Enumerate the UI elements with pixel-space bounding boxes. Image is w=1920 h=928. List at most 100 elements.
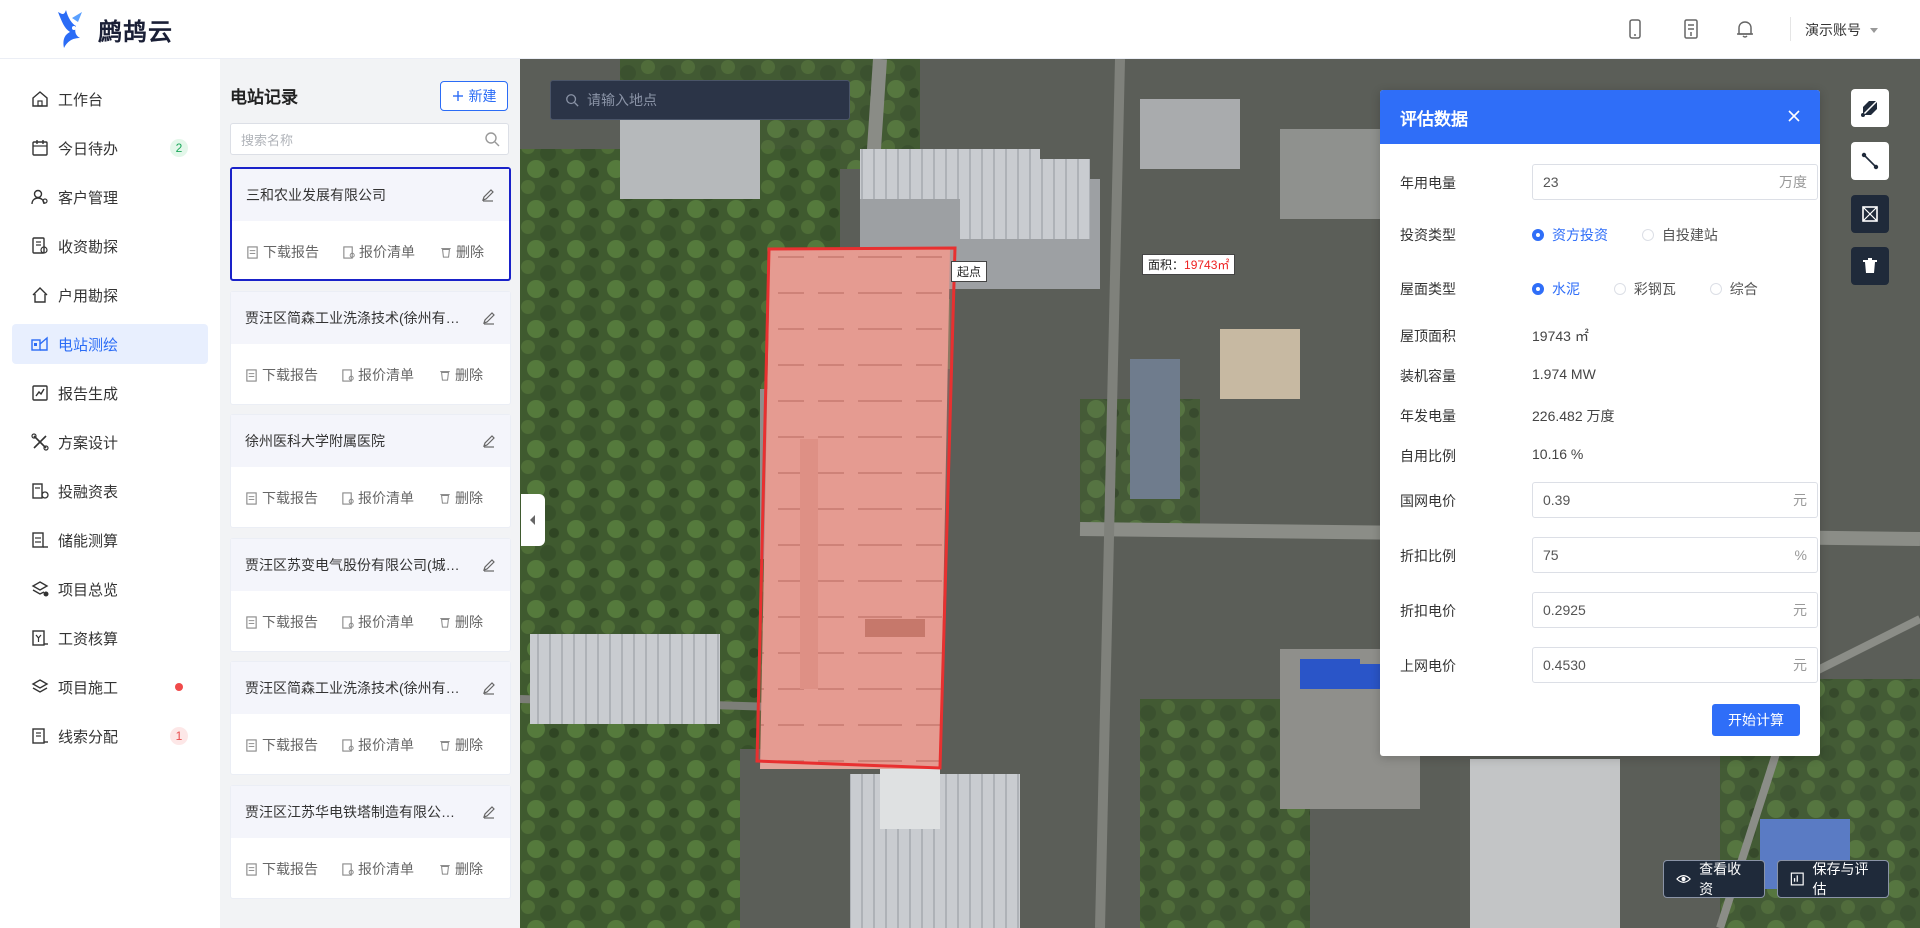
delete-station-button[interactable]: 删除	[439, 735, 483, 755]
edit-icon[interactable]	[481, 188, 495, 202]
evaluation-panel: 评估数据 年用电量 23 万度 投资类型 资方投资 自投建站 屋面类型 水泥 彩…	[1380, 90, 1820, 756]
trash-icon	[440, 494, 450, 504]
radio-label: 水泥	[1552, 281, 1580, 297]
station-card-header[interactable]: 贾汪区苏变电气股份有限公司(城东分公司)	[231, 539, 510, 591]
discount-price-unit: 元	[1793, 602, 1807, 618]
grid-price-input[interactable]: 0.39 元	[1532, 482, 1818, 518]
area-label: 面积：19743㎡	[1142, 254, 1236, 275]
quote-list-button[interactable]: 报价清单	[341, 859, 439, 879]
station-card[interactable]: 贾汪区苏变电气股份有限公司(城东分公司) 下载报告 报价清单 删除	[230, 538, 511, 652]
quote-list-button[interactable]: 报价清单	[341, 735, 439, 755]
layers-icon	[31, 581, 49, 597]
station-card-header[interactable]: 贾汪区江苏华电铁塔制造有限公司贾汪分公司	[231, 786, 510, 838]
edit-icon[interactable]	[482, 681, 496, 695]
edit-icon[interactable]	[482, 558, 496, 572]
quote-list-label: 报价清单	[359, 244, 415, 260]
sidebar-item-report[interactable]: 报告生成	[12, 373, 208, 413]
station-card[interactable]: 贾汪区江苏华电铁塔制造有限公司贾汪分公司下载报告 报价清单 删除	[230, 785, 511, 899]
station-name: 贾汪区江苏华电铁塔制造有限公司贾汪分公司	[245, 804, 460, 820]
account-menu[interactable]: 演示账号	[1805, 20, 1881, 40]
station-card[interactable]: 徐州医科大学附属医院下载报告 报价清单 删除	[230, 414, 511, 528]
sidebar-item-construction[interactable]: 项目施工	[12, 667, 208, 707]
discount-ratio-input[interactable]: 75 %	[1532, 537, 1818, 573]
station-card[interactable]: 贾汪区简森工业洗涤技术(徐州有限公司) 下载报告 报价清单 删除	[230, 661, 511, 775]
chart-report-icon	[32, 385, 48, 401]
collapse-panel-button[interactable]	[521, 494, 545, 546]
salary-icon	[32, 630, 48, 646]
delete-station-button[interactable]: 删除	[439, 365, 483, 385]
view-data-button[interactable]: 查看收资	[1663, 860, 1765, 898]
annual-usage-input[interactable]: 23 万度	[1532, 164, 1818, 200]
quote-list-button[interactable]: 报价清单	[341, 488, 439, 508]
station-card-header[interactable]: 三和农业发展有限公司	[232, 169, 509, 221]
delete-station-button[interactable]: 删除	[439, 612, 483, 632]
download-report-button[interactable]: 下载报告	[246, 242, 342, 262]
clear-shapes-tool[interactable]	[1851, 247, 1889, 285]
sidebar-item-project-overview[interactable]: 项目总览	[12, 569, 208, 609]
station-card[interactable]: 贾汪区简森工业洗涤技术(徐州有限公司) 下载报告 报价清单 删除	[230, 291, 511, 405]
station-search-input[interactable]: 搜索名称	[230, 123, 509, 155]
discount-price-input[interactable]: 0.2925 元	[1532, 592, 1818, 628]
sidebar-item-label: 今日待办	[58, 140, 119, 158]
station-card[interactable]: 三和农业发展有限公司下载报告 报价清单 删除	[230, 167, 511, 281]
station-card-header[interactable]: 徐州医科大学附属医院	[231, 415, 510, 467]
sidebar-item-household-survey[interactable]: 户用勘探	[12, 275, 208, 315]
download-report-button[interactable]: 下载报告	[245, 859, 341, 879]
quote-list-button[interactable]: 报价清单	[341, 612, 439, 632]
start-calc-button[interactable]: 开始计算	[1712, 704, 1800, 736]
report-icon	[246, 491, 257, 505]
download-report-button[interactable]: 下载报告	[245, 488, 341, 508]
radio-mixed[interactable]: 综合	[1709, 279, 1758, 299]
sidebar-item-finance[interactable]: 投融资表	[12, 471, 208, 511]
area-value: 19743㎡	[1184, 258, 1230, 272]
close-icon[interactable]	[1786, 108, 1802, 124]
sidebar-item-workbench[interactable]: 工作台	[12, 79, 208, 119]
radio-circle	[1709, 283, 1722, 295]
feed-price-input[interactable]: 0.4530 元	[1532, 647, 1818, 683]
sidebar-item-station-survey[interactable]: 电站测绘	[12, 324, 208, 364]
radio-self-build[interactable]: 自投建站	[1641, 225, 1718, 245]
sidebar-item-design[interactable]: 方案设计	[12, 422, 208, 462]
sidebar-item-data-survey[interactable]: 收资勘探	[12, 226, 208, 266]
sidebar: 工作台 今日待办 2 客户管理 收资勘探 户用勘探 电站测绘 报告生成 方案设计…	[0, 59, 220, 928]
quote-list-label: 报价清单	[358, 614, 414, 630]
new-station-button[interactable]: 新建	[440, 81, 508, 111]
measure-line-tool[interactable]	[1851, 142, 1889, 180]
radio-color-steel[interactable]: 彩钢瓦	[1613, 279, 1676, 299]
edit-icon[interactable]	[482, 434, 496, 448]
sidebar-item-energy-storage[interactable]: 储能测算	[12, 520, 208, 560]
delete-station-button[interactable]: 删除	[440, 242, 484, 262]
station-card-actions: 下载报告 报价清单 删除	[245, 859, 502, 879]
new-button-label: 新建	[468, 88, 497, 104]
sidebar-item-clue-assign[interactable]: 线索分配 1	[12, 716, 208, 756]
select-area-tool[interactable]	[1851, 195, 1889, 233]
map-location-search[interactable]: 请输入地点	[550, 80, 850, 120]
save-evaluate-button[interactable]: 保存与评估	[1777, 860, 1889, 898]
radio-investor[interactable]: 资方投资	[1532, 225, 1608, 245]
radio-cement[interactable]: 水泥	[1532, 279, 1580, 299]
download-report-button[interactable]: 下载报告	[245, 612, 341, 632]
annual-usage-value: 23	[1543, 174, 1559, 190]
draw-polygon-tool[interactable]	[1851, 89, 1889, 127]
view-data-label: 查看收资	[1699, 861, 1742, 897]
quote-list-button[interactable]: 报价清单	[341, 365, 439, 385]
edit-icon[interactable]	[482, 805, 496, 819]
station-card-header[interactable]: 贾汪区简森工业洗涤技术(徐州有限公司)	[231, 662, 510, 714]
phone-icon[interactable]	[1624, 18, 1646, 40]
radio-circle	[1532, 283, 1544, 295]
grid-price-value: 0.39	[1543, 492, 1571, 508]
sidebar-item-salary[interactable]: 工资核算	[12, 618, 208, 658]
sidebar-item-customers[interactable]: 客户管理	[12, 177, 208, 217]
quote-list-button[interactable]: 报价清单	[342, 242, 440, 262]
sidebar-item-todo[interactable]: 今日待办 2	[12, 128, 208, 168]
download-report-label: 下载报告	[262, 490, 318, 506]
delete-station-button[interactable]: 删除	[439, 859, 483, 879]
download-report-button[interactable]: 下载报告	[245, 365, 341, 385]
document-icon[interactable]	[1680, 18, 1702, 40]
download-report-button[interactable]: 下载报告	[245, 735, 341, 755]
bell-icon[interactable]	[1734, 18, 1756, 40]
edit-icon[interactable]	[482, 311, 496, 325]
station-card-header[interactable]: 贾汪区简森工业洗涤技术(徐州有限公司)	[231, 292, 510, 344]
delete-station-button[interactable]: 删除	[439, 488, 483, 508]
app-logo[interactable]: 鹧鸪云	[52, 8, 173, 50]
